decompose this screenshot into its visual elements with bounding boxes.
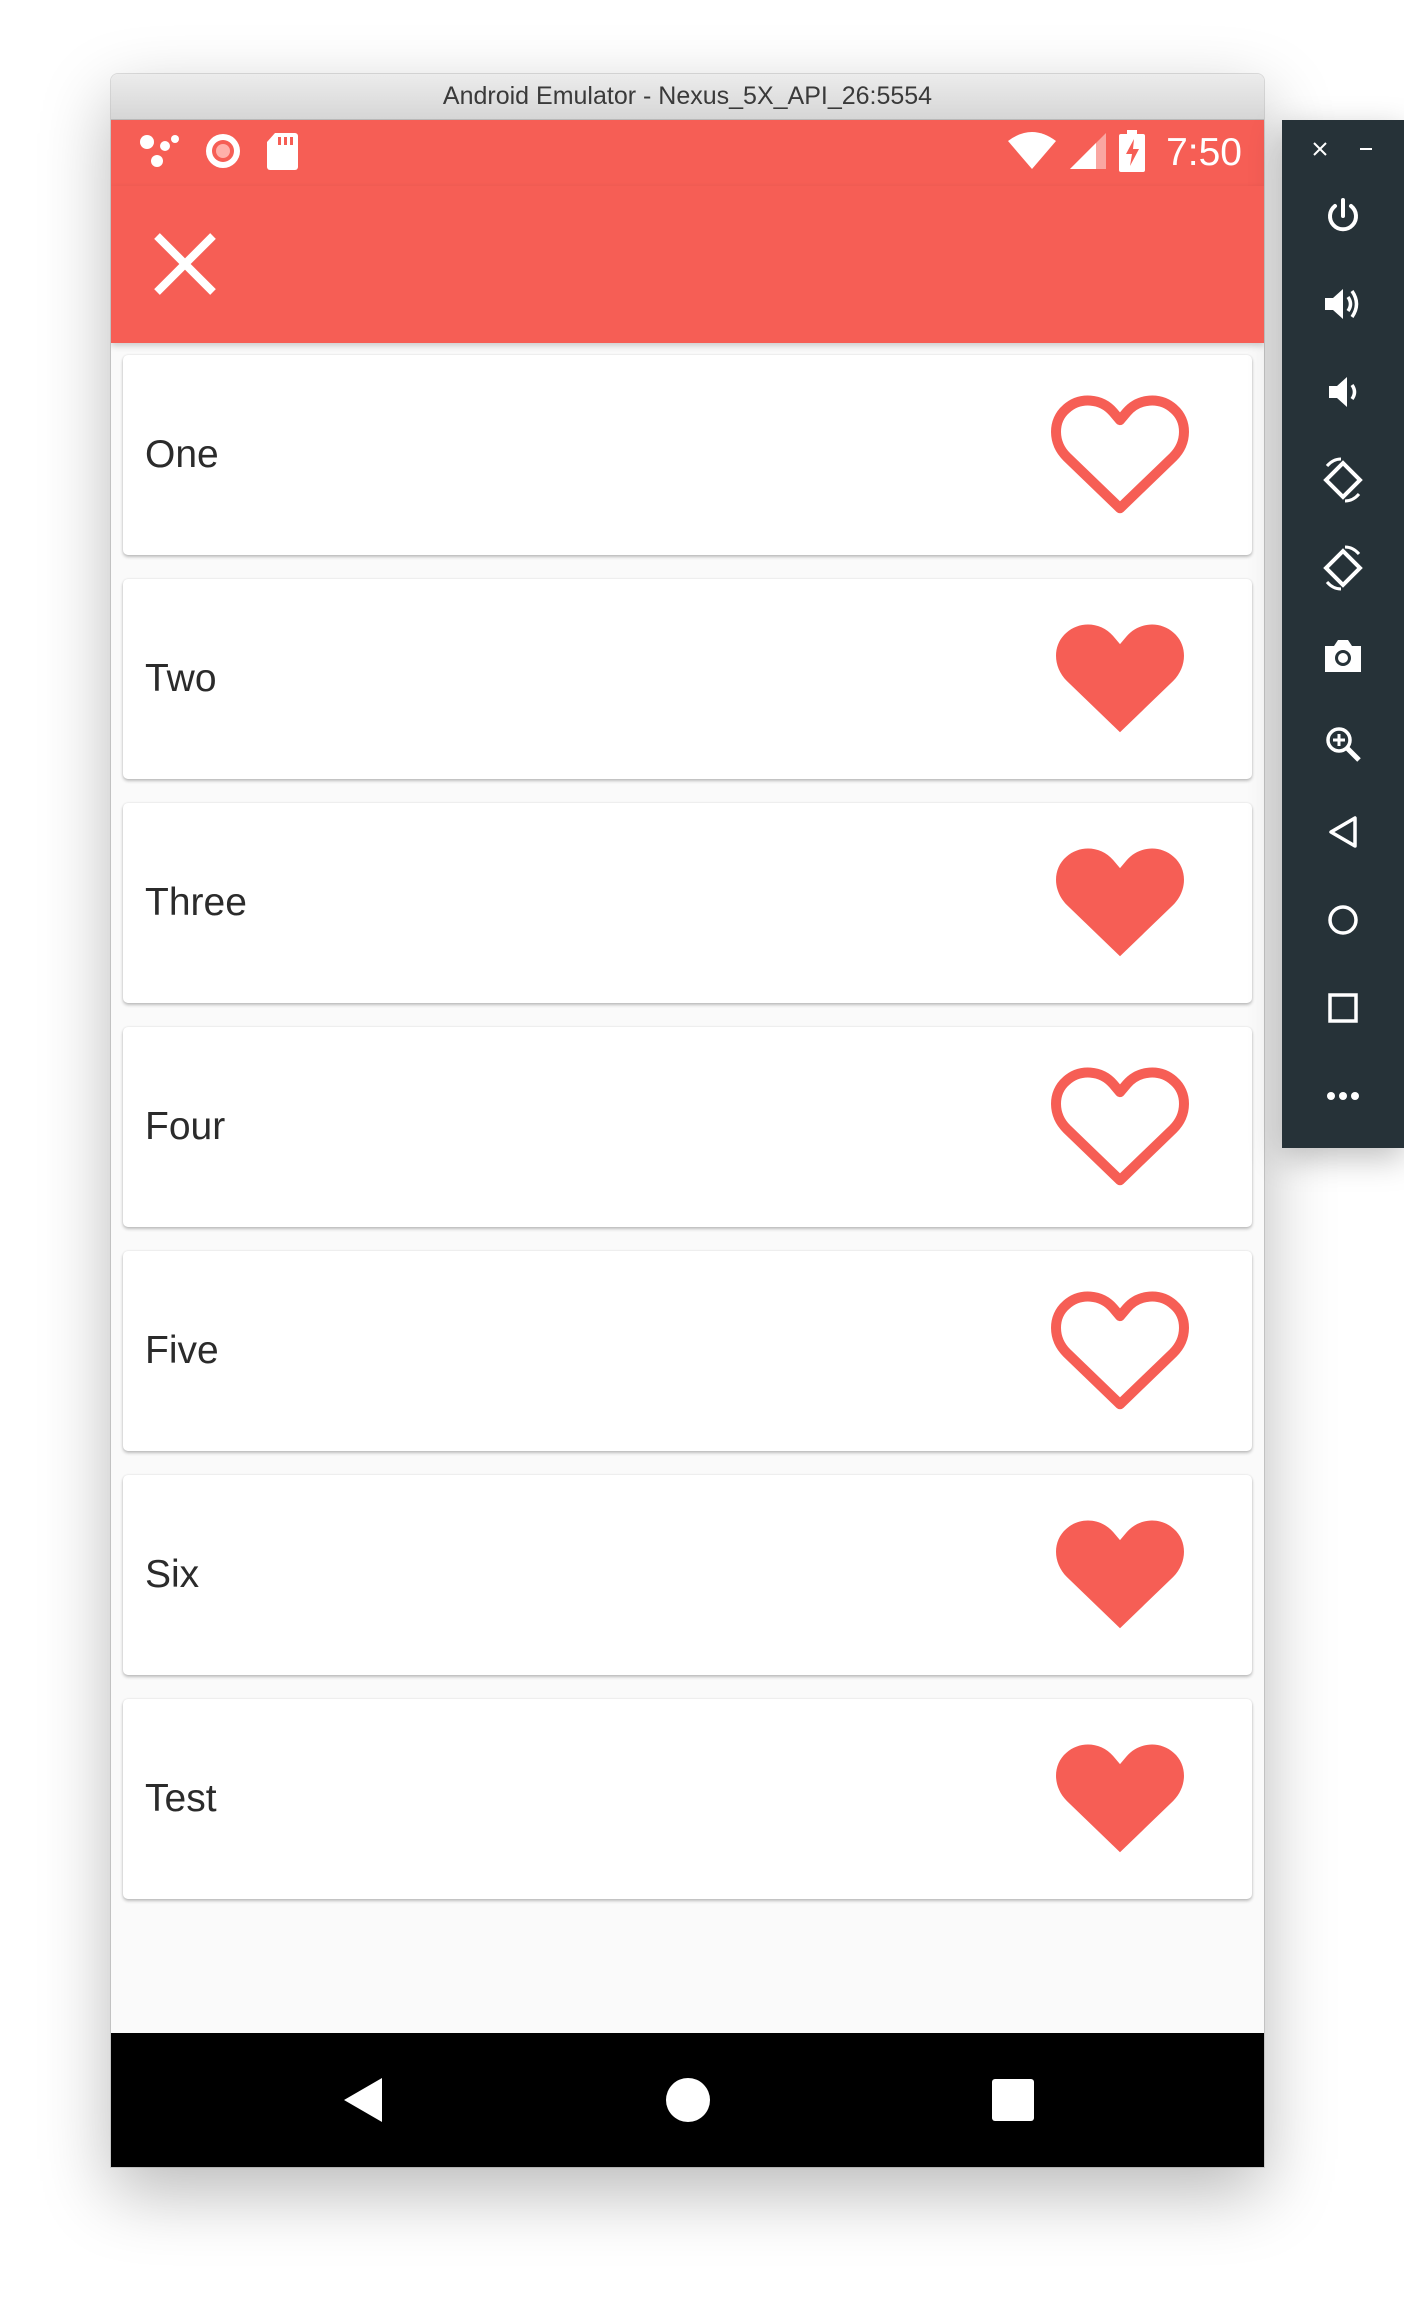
favorite-button[interactable] <box>1040 1721 1200 1871</box>
close-icon <box>1313 142 1327 156</box>
close-icon <box>154 233 216 295</box>
item-label: Six <box>145 1553 200 1596</box>
heart-outline-icon <box>1051 1291 1189 1410</box>
home-icon <box>1328 905 1358 935</box>
item-label: Four <box>145 1105 226 1148</box>
app-bar <box>111 186 1264 343</box>
list-item[interactable]: Five <box>123 1251 1252 1451</box>
nav-bar <box>111 2033 1264 2167</box>
heart-outline-icon <box>1051 1067 1189 1186</box>
list-item[interactable]: One <box>123 355 1252 555</box>
volume-up-icon <box>1325 289 1359 319</box>
item-label: Test <box>145 1777 217 1820</box>
nav-back-button[interactable] <box>324 2060 404 2140</box>
volume-down-button[interactable] <box>1313 362 1373 422</box>
heart-outline-icon <box>1051 395 1189 514</box>
assistant-dots-icon <box>139 132 181 175</box>
favorite-button[interactable] <box>1040 601 1200 751</box>
toolbar-back-button[interactable] <box>1313 802 1373 862</box>
more-button[interactable] <box>1313 1066 1373 1126</box>
rotate-left-icon <box>1323 457 1363 503</box>
favorite-button[interactable] <box>1040 1497 1200 1647</box>
heart-filled-icon <box>1056 1744 1184 1853</box>
screenshot-icon <box>1325 640 1361 672</box>
nav-recents-button[interactable] <box>973 2060 1053 2140</box>
status-bar: 7:50 <box>111 120 1264 186</box>
rotate-right-icon <box>1323 545 1363 591</box>
back-icon <box>344 2078 382 2122</box>
back-icon <box>1329 816 1357 848</box>
emulator-window: Android Emulator - Nexus_5X_API_26:5554 <box>111 74 1264 2167</box>
list-item[interactable]: Test <box>123 1699 1252 1899</box>
minimize-icon <box>1360 148 1372 150</box>
status-clock: 7:50 <box>1166 131 1242 174</box>
heart-filled-icon <box>1056 848 1184 957</box>
toolbar-minimize-button[interactable] <box>1348 134 1384 164</box>
power-icon <box>1328 198 1358 232</box>
volume-down-icon <box>1329 377 1357 407</box>
list-item[interactable]: Four <box>123 1027 1252 1227</box>
heart-filled-icon <box>1056 624 1184 733</box>
item-label: One <box>145 433 219 476</box>
list-item[interactable]: Two <box>123 579 1252 779</box>
overview-icon <box>1328 993 1358 1023</box>
battery-charging-icon <box>1118 129 1146 177</box>
item-label: Two <box>145 657 217 700</box>
emulator-toolbar <box>1282 120 1404 1148</box>
item-label: Five <box>145 1329 219 1372</box>
screenshot-button[interactable] <box>1313 626 1373 686</box>
heart-filled-icon <box>1056 1520 1184 1629</box>
signal-icon <box>1068 131 1108 176</box>
power-button[interactable] <box>1313 186 1373 246</box>
window-title: Android Emulator - Nexus_5X_API_26:5554 <box>111 74 1264 120</box>
nav-home-button[interactable] <box>648 2060 728 2140</box>
sd-card-icon <box>265 131 299 176</box>
recents-icon <box>992 2079 1034 2121</box>
home-icon <box>666 2078 710 2122</box>
toolbar-close-button[interactable] <box>1302 134 1338 164</box>
list-item[interactable]: Three <box>123 803 1252 1003</box>
favorite-button[interactable] <box>1040 377 1200 527</box>
zoom-icon <box>1326 727 1361 762</box>
zoom-button[interactable] <box>1313 714 1373 774</box>
favorite-button[interactable] <box>1040 825 1200 975</box>
toolbar-home-button[interactable] <box>1313 890 1373 950</box>
wifi-icon <box>1006 131 1058 176</box>
rotate-left-button[interactable] <box>1313 450 1373 510</box>
rotate-right-button[interactable] <box>1313 538 1373 598</box>
more-icon <box>1327 1092 1359 1100</box>
favorite-button[interactable] <box>1040 1049 1200 1199</box>
volume-up-button[interactable] <box>1313 274 1373 334</box>
record-icon <box>203 131 243 176</box>
item-label: Three <box>145 881 247 924</box>
item-list: One Two Three Four Five Six Test <box>123 355 1252 1923</box>
list-item[interactable]: Six <box>123 1475 1252 1675</box>
favorite-button[interactable] <box>1040 1273 1200 1423</box>
close-button[interactable] <box>147 226 223 302</box>
toolbar-overview-button[interactable] <box>1313 978 1373 1038</box>
